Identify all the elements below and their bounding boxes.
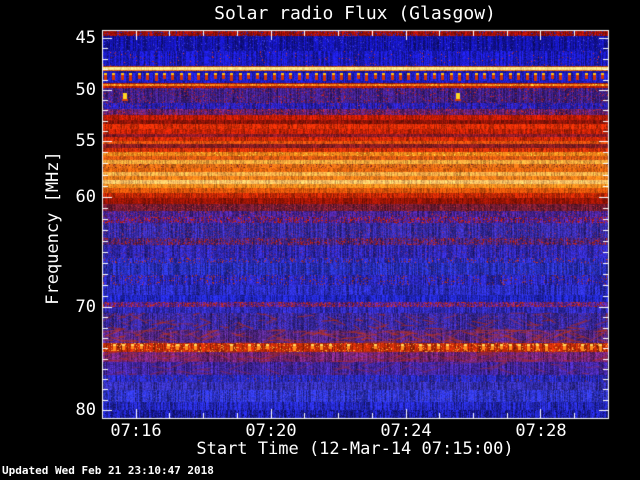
y-tick-label: 45 xyxy=(75,28,96,48)
x-tick-label: 07:20 xyxy=(245,421,297,441)
update-timestamp: Updated Wed Feb 21 23:10:47 2018 xyxy=(2,464,214,477)
y-tick-label: 55 xyxy=(75,131,96,151)
y-tick-label: 80 xyxy=(75,400,96,420)
solar-radio-flux-plot-window: Solar radio Flux (Glasgow) Frequency [MH… xyxy=(0,0,640,480)
x-tick-label: 07:24 xyxy=(380,421,432,441)
chart-title: Solar radio Flux (Glasgow) xyxy=(214,3,496,24)
x-tick-label: 07:28 xyxy=(515,421,567,441)
y-tick-label: 60 xyxy=(75,187,96,207)
y-axis-label: Frequency [MHz] xyxy=(43,151,63,305)
x-axis-label: Start Time (12-Mar-14 07:15:00) xyxy=(196,439,514,459)
y-tick-label: 70 xyxy=(75,297,96,317)
y-tick-label: 50 xyxy=(75,80,96,100)
x-tick-label: 07:16 xyxy=(110,421,162,441)
spectrogram-canvas xyxy=(0,0,640,480)
